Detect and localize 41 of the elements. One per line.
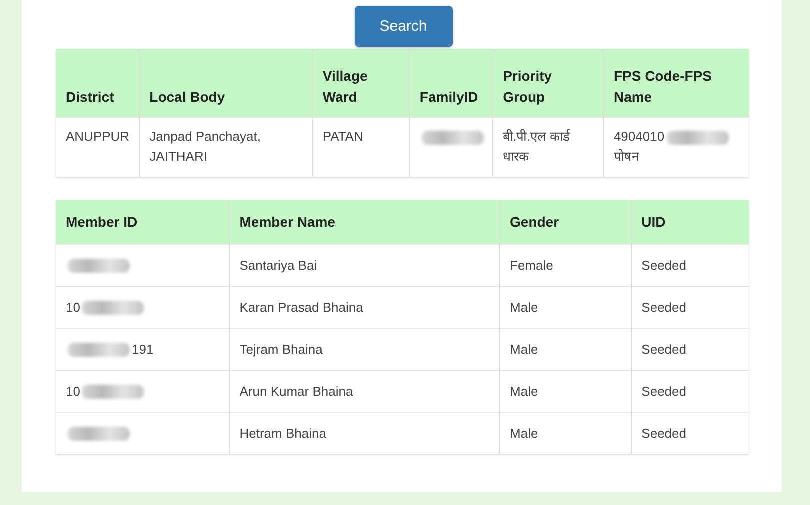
table-cell: Seeded xyxy=(631,328,749,370)
table-cell: Janpad Panchayat, JAITHARI xyxy=(139,118,312,177)
table-cell: Male xyxy=(500,286,632,328)
column-header: Member Name xyxy=(229,200,500,244)
blur-mark xyxy=(68,259,130,274)
table-cell: 191 xyxy=(56,328,230,370)
table-cell: 4904010 पोषन xyxy=(603,118,749,177)
blur-mark xyxy=(68,427,130,442)
blur-mark xyxy=(82,301,144,316)
column-header: Priority Group xyxy=(492,49,604,118)
table-cell: Karan Prasad Bhaina xyxy=(229,286,500,328)
table-cell: Seeded xyxy=(631,286,749,328)
table-cell: PATAN xyxy=(312,118,410,177)
table-cell: Male xyxy=(500,328,632,370)
column-header: UID xyxy=(631,200,749,244)
table-cell: Seeded xyxy=(631,412,749,454)
table-cell: बी.पी.एल कार्ड धारक xyxy=(492,118,604,177)
table-cell: Male xyxy=(500,370,632,412)
blur-mark xyxy=(82,385,144,400)
column-header: FPS Code-FPS Name xyxy=(603,49,749,118)
blur-mark xyxy=(666,130,729,145)
table-cell: ANUPPUR xyxy=(56,118,140,177)
column-header: Local Body xyxy=(139,49,312,118)
table-cell: Tejram Bhaina xyxy=(229,328,500,370)
blur-mark xyxy=(68,343,130,358)
column-header: FamilyID xyxy=(409,49,493,118)
table-cell: Arun Kumar Bhaina xyxy=(229,370,500,412)
table-cell: Male xyxy=(500,412,632,454)
table-cell: Hetram Bhaina xyxy=(229,412,500,454)
table-cell: Seeded xyxy=(631,244,749,286)
search-button[interactable]: Search xyxy=(354,6,452,47)
table-cell: Santariya Bai xyxy=(229,244,500,286)
blur-mark xyxy=(422,130,484,145)
column-header: Member ID xyxy=(56,200,230,244)
table-cell: Seeded xyxy=(631,370,749,412)
column-header: Village Ward xyxy=(312,49,410,118)
column-header: District xyxy=(56,49,140,118)
table-cell: 10 xyxy=(56,286,230,328)
column-header: Gender xyxy=(500,200,632,244)
table-cell: Female xyxy=(500,244,632,286)
table-cell: 10 xyxy=(56,370,230,412)
